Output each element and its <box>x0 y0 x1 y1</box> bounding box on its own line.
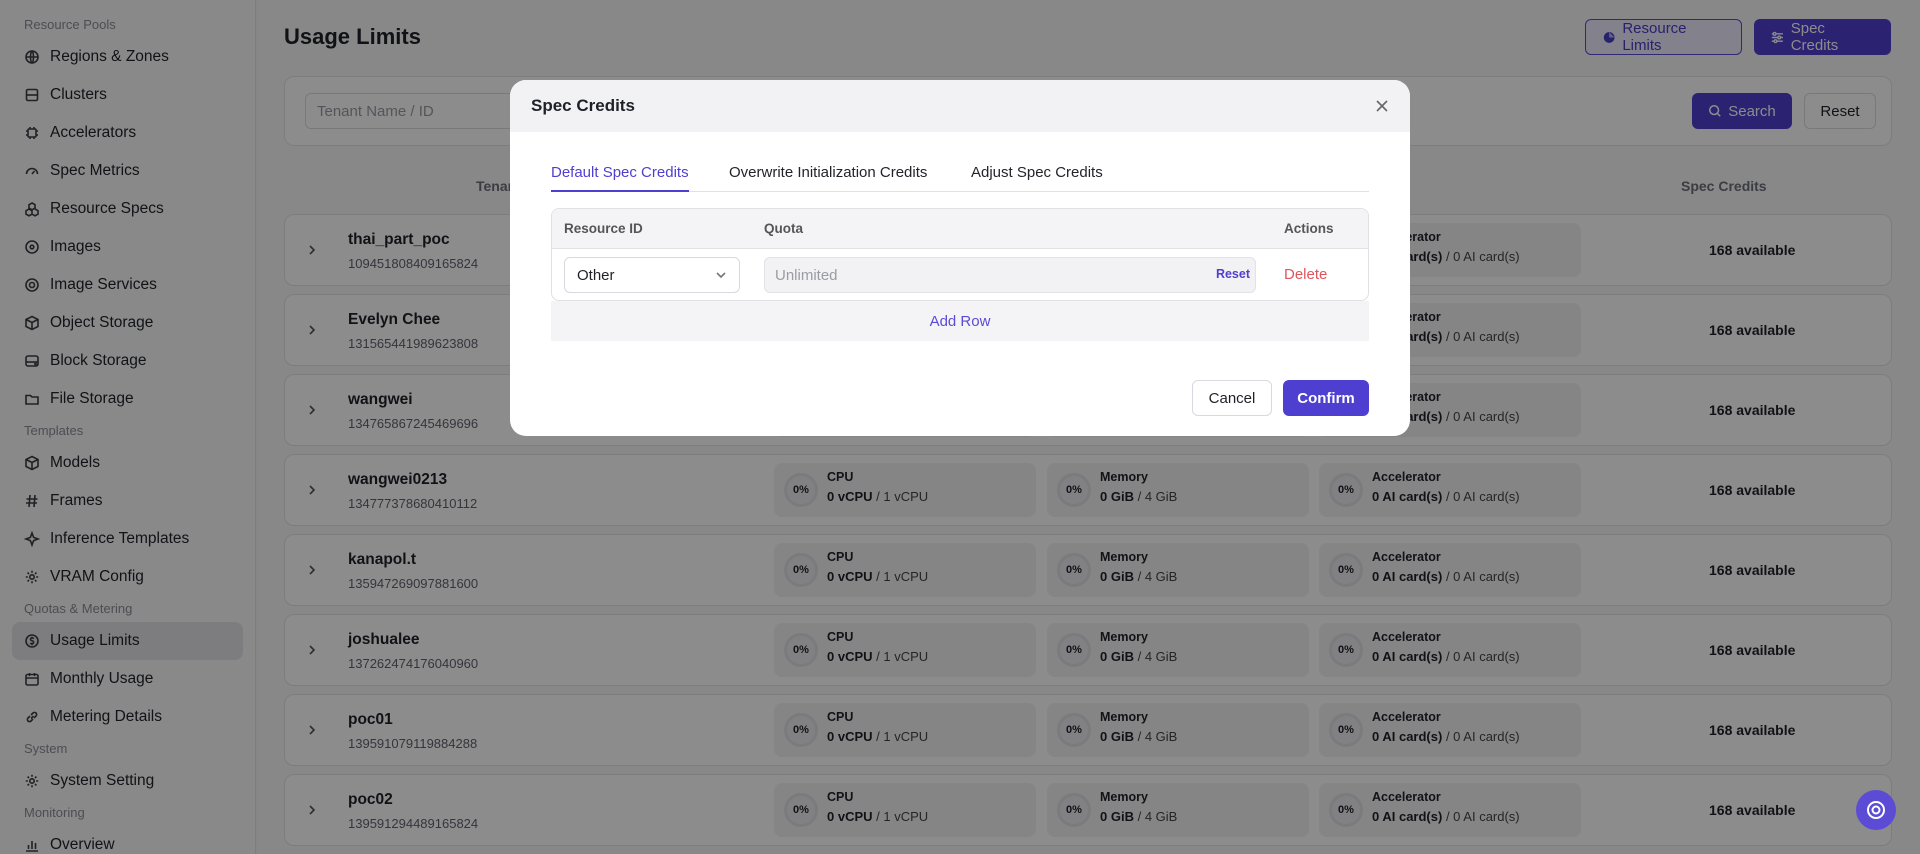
cancel-button[interactable]: Cancel <box>1192 380 1272 416</box>
help-icon <box>1867 801 1885 819</box>
column-resource-id: Resource ID <box>564 221 643 236</box>
spec-credits-dialog: Spec Credits Default Spec Credits Overwr… <box>510 80 1410 436</box>
confirm-button[interactable]: Confirm <box>1283 380 1369 416</box>
column-quota: Quota <box>764 221 803 236</box>
help-button[interactable] <box>1856 790 1896 830</box>
dialog-header: Spec Credits <box>510 80 1410 132</box>
credits-table-header: Resource ID Quota Actions <box>552 209 1368 249</box>
chevron-down-icon <box>716 272 726 279</box>
quota-reset-link[interactable]: Reset <box>1216 267 1250 281</box>
delete-row-button[interactable]: Delete <box>1284 266 1327 283</box>
credits-table: Resource ID Quota Actions Other Reset De… <box>551 208 1369 301</box>
tab-adjust-spec-credits[interactable]: Adjust Spec Credits <box>971 164 1103 192</box>
quota-field: Reset <box>764 257 1256 293</box>
quota-input[interactable] <box>765 258 1165 292</box>
dialog-tabs: Default Spec Credits Overwrite Initializ… <box>551 164 1369 192</box>
tab-default-spec-credits[interactable]: Default Spec Credits <box>551 164 689 192</box>
resource-id-value: Other <box>577 266 615 284</box>
close-icon[interactable] <box>1374 98 1390 114</box>
add-row-button[interactable]: Add Row <box>551 301 1369 341</box>
column-actions: Actions <box>1284 221 1334 236</box>
tab-overwrite-initialization-credits[interactable]: Overwrite Initialization Credits <box>729 164 927 192</box>
dialog-title: Spec Credits <box>531 96 635 115</box>
resource-id-select[interactable]: Other <box>564 257 740 293</box>
